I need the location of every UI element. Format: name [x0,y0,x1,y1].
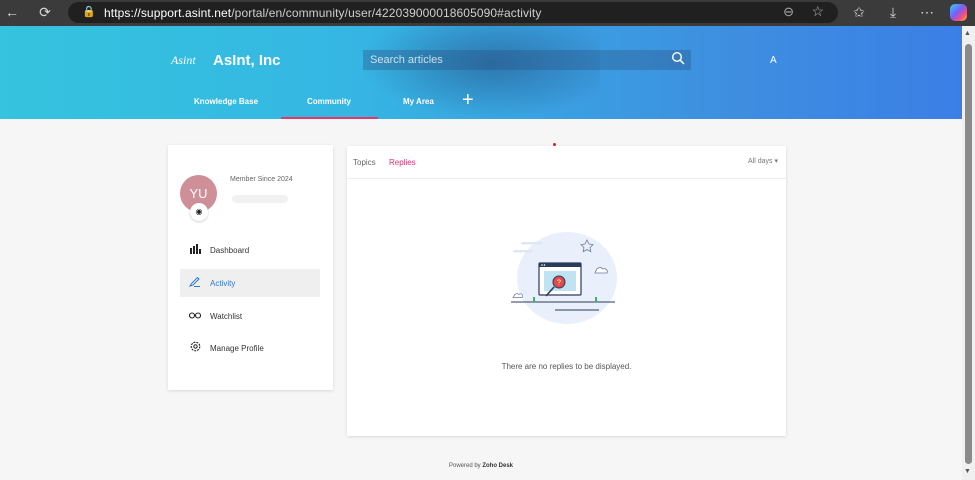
sidebar-item-label: Watchlist [210,311,243,321]
profile-card: YU ◉ Member Since 2024 Dashboard Activit… [168,145,333,390]
nav-active-indicator [281,117,378,119]
favorite-star-icon[interactable]: ☆ [811,3,824,20]
zoom-icon[interactable]: ⊖ [783,4,794,20]
powered-by-label: Powered by [448,463,481,469]
tab-topics[interactable]: Topics [353,158,376,167]
brand-logo[interactable]: Asint [171,53,196,68]
powered-by-brand[interactable]: Zoho Desk [482,463,513,469]
sidebar-item-watchlist[interactable]: Watchlist [180,302,320,330]
sidebar-item-label: Activity [210,278,236,288]
url-path: /portal/en/community/user/42203900001860… [231,5,542,20]
brand-name[interactable]: AsInt, Inc [213,52,281,69]
copilot-icon[interactable] [950,4,967,21]
chevron-down-icon: ▾ [774,158,778,165]
svg-text:?: ? [557,280,561,287]
date-filter-dropdown[interactable]: All days ▾ [748,157,778,165]
search-input[interactable]: Search articles [363,50,691,70]
favorites-icon[interactable]: ✩ [850,4,868,21]
sidebar-item-dashboard[interactable]: Dashboard [180,236,320,264]
date-filter-value: All days [748,158,773,165]
activity-panel: Topics Replies All days ▾ ? There are no… [347,146,786,436]
header-background-image [360,26,600,119]
portal-header: Asint AsInt, Inc Search articles A Knowl… [0,26,962,119]
empty-state-illustration: ? [511,232,617,324]
footer: Powered by Zoho Desk [0,463,962,469]
tabs-divider [347,178,786,179]
bar-chart-icon [180,243,210,257]
add-icon[interactable]: + [462,89,474,112]
scrollbar-thumb[interactable] [965,44,972,464]
gear-icon [180,341,210,355]
search-icon[interactable] [671,51,685,65]
translate-icon[interactable]: A [770,55,777,66]
back-icon[interactable]: ← [3,4,21,20]
lock-icon: 🔒 [82,6,96,18]
sidebar-item-label: Dashboard [210,245,250,255]
tab-replies[interactable]: Replies [389,158,416,167]
nav-knowledge-base[interactable]: Knowledge Base [194,97,258,106]
browser-toolbar: ← ⟳ 🔒 https://support.asint.net/portal/e… [0,0,975,26]
nav-community[interactable]: Community [307,97,351,106]
sidebar-item-activity[interactable]: Activity [180,269,320,297]
camera-icon[interactable]: ◉ [190,203,208,221]
scroll-up-icon[interactable]: ▲ [964,30,971,37]
binoculars-icon [180,311,210,322]
refresh-icon[interactable]: ⟳ [36,4,54,21]
search-placeholder: Search articles [370,54,443,66]
pen-icon [180,276,210,290]
scroll-down-icon[interactable]: ▼ [964,468,971,475]
nav-my-area[interactable]: My Area [403,97,434,106]
user-name-placeholder [232,195,288,203]
more-icon[interactable]: ⋯ [918,4,936,21]
empty-state-message: There are no replies to be displayed. [501,362,632,371]
sidebar-item-manage-profile[interactable]: Manage Profile [180,334,320,362]
address-bar[interactable]: 🔒 https://support.asint.net/portal/en/co… [68,2,838,23]
download-icon[interactable]: ⤓ [884,4,902,21]
url-host: https://support.asint.net [104,5,232,20]
member-since: Member Since 2024 [230,176,293,183]
sidebar-item-label: Manage Profile [210,343,264,353]
